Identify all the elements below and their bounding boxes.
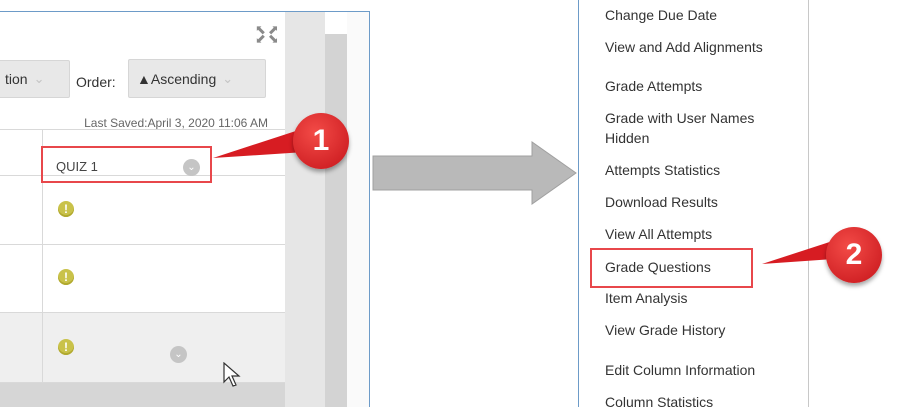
step-2-badge: 2 — [826, 227, 882, 283]
menu-item-column-statistics[interactable]: Column Statistics — [605, 394, 713, 410]
ascending-sort-button[interactable]: ▲Ascending ⌄ — [128, 59, 266, 98]
menu-item-grade-user-names-hidden-line2[interactable]: Hidden — [605, 130, 649, 146]
menu-item-edit-column-information[interactable]: Edit Column Information — [605, 362, 755, 378]
menu-item-attempts-statistics[interactable]: Attempts Statistics — [605, 162, 720, 178]
cell-menu-chevron-icon[interactable]: ⌄ — [170, 346, 187, 363]
menu-item-view-grade-history[interactable]: View Grade History — [605, 322, 725, 338]
step-1-badge: 1 — [293, 113, 349, 169]
scrollbar-thumb[interactable] — [325, 34, 347, 407]
right-arrow-icon — [372, 141, 577, 205]
ascending-label: ▲Ascending — [137, 70, 217, 87]
column-context-menu: Change Due Date View and Add Alignments … — [578, 0, 809, 410]
needs-grading-icon[interactable]: ! — [58, 339, 74, 355]
menu-item-item-analysis[interactable]: Item Analysis — [605, 290, 687, 306]
option-dropdown-button[interactable]: tion ⌄ — [0, 60, 70, 98]
option-label: tion — [5, 71, 28, 87]
needs-grading-icon[interactable]: ! — [58, 201, 74, 217]
grade-center-grid-panel: ⬉⬈ ⬋⬊ tion ⌄ Order: ▲Ascending ⌄ Last Sav… — [0, 11, 370, 407]
order-label: Order: — [76, 74, 116, 90]
highlight-box-quiz-header — [41, 146, 212, 183]
menu-item-grade-user-names-hidden[interactable]: Grade with User Names — [605, 110, 754, 126]
needs-grading-icon[interactable]: ! — [58, 269, 74, 285]
highlight-box-grade-questions — [590, 248, 753, 288]
panel-edge — [347, 12, 369, 407]
menu-item-view-add-alignments[interactable]: View and Add Alignments — [605, 39, 763, 55]
chevron-down-icon: ⌄ — [33, 71, 45, 86]
menu-item-view-all-attempts[interactable]: View All Attempts — [605, 226, 712, 242]
mouse-cursor-icon — [223, 362, 241, 387]
menu-item-download-results[interactable]: Download Results — [605, 194, 718, 210]
chevron-down-icon: ⌄ — [222, 70, 234, 86]
expand-icon[interactable]: ⬉⬈ ⬋⬊ — [255, 23, 279, 45]
scrollbar-track[interactable] — [285, 12, 325, 407]
menu-item-grade-attempts[interactable]: Grade Attempts — [605, 78, 702, 94]
menu-item-change-due-date[interactable]: Change Due Date — [605, 7, 717, 23]
